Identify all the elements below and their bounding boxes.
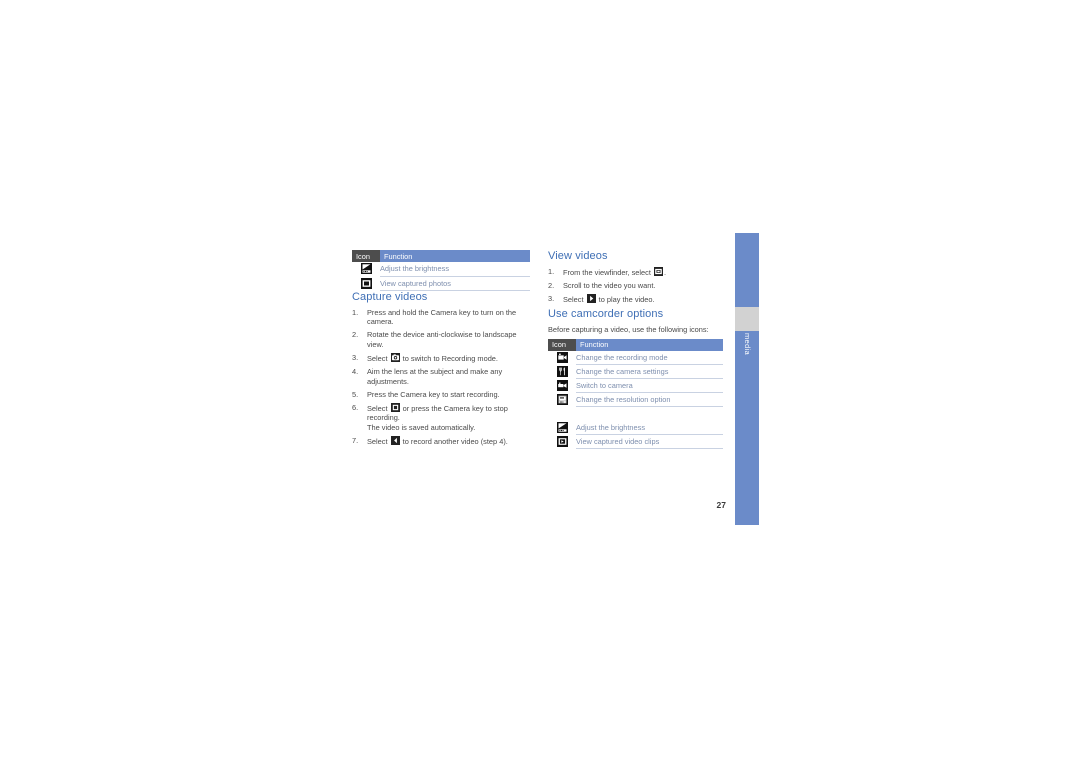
resolution-icon (556, 394, 568, 406)
step-text: Scroll to the video you want. (563, 281, 656, 291)
side-tab: media (735, 233, 759, 525)
side-tab-label: media (743, 333, 752, 355)
list-item: Rotate the device anti-clockwise to land… (352, 330, 530, 349)
table-cell-function: Switch to camera (576, 378, 723, 394)
camcorder-options-heading: Use camcorder options (548, 308, 664, 321)
step-text-after: to switch to Recording mode. (400, 353, 498, 363)
step-sub-line: The video is saved automatically. (367, 422, 476, 432)
camcorder-options-table: Icon Function Change the recording mode (548, 338, 723, 450)
switch-to-camera-icon (556, 380, 568, 392)
step-text: Select (563, 295, 586, 305)
table-row: Adjust the brightness (352, 262, 530, 277)
table-cell-function: Change the recording mode (576, 350, 723, 366)
table-cell-function: Change the camera settings (576, 364, 723, 380)
table-cell-spacer (576, 407, 723, 421)
manual-page: media 27 Icon Function Adjust the bright… (0, 0, 1080, 763)
table-row: Change the recording mode (548, 350, 723, 366)
table-cell-spacer (548, 406, 576, 421)
view-videos-icon (653, 267, 663, 276)
view-videos-heading: View videos (548, 250, 608, 262)
table-header-function: Function (576, 338, 723, 351)
step-text-after: . (663, 268, 667, 277)
table-cell-function: View captured photos (380, 276, 530, 291)
side-tab-segment-gap (735, 307, 759, 331)
step-text: Press and hold the Camera key to turn on… (367, 307, 517, 327)
view-videos-steps: From the viewfinder, select . Scroll to … (548, 267, 723, 305)
table-cell-function: Adjust the brightness (380, 262, 530, 277)
table-row: Change the resolution option (548, 392, 723, 408)
step-text: Select (367, 403, 390, 413)
view-photos-icon (360, 277, 372, 289)
table-cell-icon (548, 420, 576, 436)
list-item: Scroll to the video you want. (548, 281, 723, 291)
play-icon (586, 294, 596, 304)
table-header-icon: Icon (352, 250, 380, 262)
table-row: View captured video clips (548, 434, 723, 450)
table-header-row: Icon Function (352, 250, 530, 262)
side-tab-segment-top (735, 233, 759, 307)
step-text-after: to record another video (step 4). (400, 437, 508, 447)
photo-options-table: Icon Function Adjust the brightness View… (352, 250, 530, 291)
list-item: Aim the lens at the subject and make any… (352, 367, 530, 386)
table-header-row: Icon Function (548, 338, 723, 351)
table-cell-icon (352, 262, 380, 277)
right-column: View videos From the viewfinder, select … (548, 250, 723, 450)
list-item: Press the Camera key to start recording. (352, 390, 530, 400)
table-cell-icon (548, 378, 576, 394)
table-cell-icon (548, 392, 576, 408)
table-row: Change the camera settings (548, 364, 723, 380)
camera-settings-icon (556, 366, 568, 378)
side-tab-segment-bottom (735, 331, 759, 525)
recording-mode-icon (556, 352, 568, 364)
brightness-icon (556, 422, 568, 434)
table-header-icon: Icon (548, 338, 576, 351)
table-row-spacer (548, 406, 723, 421)
table-row: View captured photos (352, 276, 530, 291)
list-item: Select to switch to Recording mode. (352, 352, 530, 364)
list-item: Select to play the video. (548, 294, 723, 305)
stop-icon (390, 402, 400, 412)
page-number: 27 (716, 500, 726, 510)
table-cell-icon (548, 350, 576, 366)
capture-videos-heading: Capture videos (352, 290, 428, 303)
list-item: From the viewfinder, select . (548, 267, 723, 278)
camcorder-options-intro: Before capturing a video, use the follow… (548, 325, 709, 335)
brightness-icon (360, 263, 372, 275)
table-row: Adjust the brightness (548, 420, 723, 436)
view-video-clips-icon (556, 436, 568, 448)
step-text: Press the Camera key to start recording. (367, 389, 500, 399)
camera-icon (390, 352, 400, 362)
table-cell-icon (548, 364, 576, 380)
list-item: Select to record another video (step 4). (352, 436, 530, 447)
list-item: Select or press the Camera key to stop r… (352, 402, 530, 433)
table-cell-icon (352, 276, 380, 291)
step-text: Select (367, 437, 390, 447)
table-cell-icon (548, 434, 576, 450)
step-text-after: to play the video. (596, 295, 655, 305)
table-cell-function: Adjust the brightness (576, 420, 723, 436)
table-cell-function: Change the resolution option (576, 392, 723, 408)
table-cell-function: View captured video clips (576, 434, 723, 450)
table-header-function: Function (380, 250, 530, 262)
back-icon (390, 436, 400, 446)
step-text: Rotate the device anti-clockwise to land… (367, 330, 517, 349)
step-text: Aim the lens at the subject and make any… (367, 366, 503, 386)
list-item: Press and hold the Camera key to turn on… (352, 308, 530, 327)
step-text: Select (367, 353, 390, 363)
step-text: From the viewfinder, select (563, 268, 653, 277)
left-column: Icon Function Adjust the brightness View… (352, 250, 530, 450)
capture-videos-steps: Press and hold the Camera key to turn on… (352, 308, 530, 447)
table-row: Switch to camera (548, 378, 723, 394)
